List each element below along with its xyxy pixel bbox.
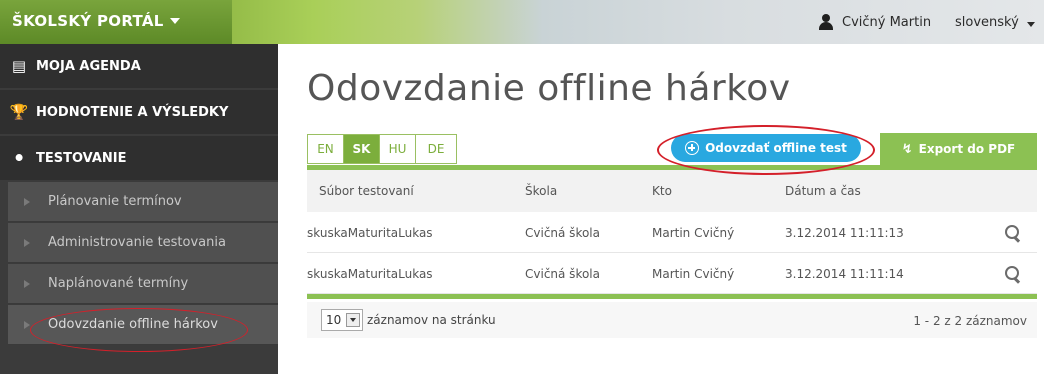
column-header[interactable]: Kto — [652, 184, 672, 198]
sidebar-item-moja-agenda[interactable]: ▤ MOJA AGENDA — [0, 44, 278, 88]
sidebar-item-label: Odovzdanie offline hárkov — [48, 317, 218, 332]
user-name[interactable]: Cvičný Martin — [842, 15, 931, 30]
caret-right-icon — [24, 279, 30, 288]
table-cell: Cvičná škola — [525, 226, 600, 240]
sidebar-item-label: Naplánované termíny — [48, 276, 189, 291]
sidebar-item-testovanie[interactable]: ⚫ TESTOVANIE — [0, 136, 278, 180]
upload-offline-test-button[interactable]: Odovzdať offline test — [671, 134, 861, 162]
language-select[interactable]: slovenský — [955, 15, 1019, 30]
column-header[interactable]: Dátum a čas — [785, 184, 861, 198]
table-row: skuskaMaturitaLukas Cvičná škola Martin … — [307, 254, 1037, 294]
sidebar-item-planovanie-terminov[interactable]: Plánovanie termínov — [8, 182, 278, 222]
page-title: Odovzdanie offline hárkov — [307, 68, 791, 109]
brand-menu[interactable]: ŠKOLSKÝ PORTÁL — [0, 0, 232, 44]
upload-button-label: Odovzdať offline test — [705, 141, 847, 155]
page-size-value: 10 — [326, 313, 342, 327]
tab-hu[interactable]: HU — [380, 135, 416, 163]
sidebar-item-label: Administrovanie testovania — [48, 235, 226, 250]
sidebar-item-label: TESTOVANIE — [36, 150, 127, 166]
table-cell: Martin Cvičný — [652, 267, 735, 281]
caret-right-icon — [24, 320, 30, 329]
sidebar-item-label: Plánovanie termínov — [48, 194, 182, 209]
chevron-down-icon[interactable] — [346, 313, 360, 327]
chevron-down-icon[interactable] — [1027, 22, 1035, 27]
tab-sk[interactable]: SK — [344, 135, 380, 163]
table-row: skuskaMaturitaLukas Cvičná škola Martin … — [307, 213, 1037, 253]
caret-right-icon — [24, 197, 30, 206]
table-header: Súbor testovaní Škola Kto Dátum a čas — [307, 170, 1037, 212]
sidebar-item-administrovanie[interactable]: Administrovanie testovania — [8, 223, 278, 263]
testing-icon: ⚫ — [12, 149, 26, 167]
sidebar-item-naplanovane-terminy[interactable]: Naplánované termíny — [8, 264, 278, 304]
paging-info: 1 - 2 z 2 záznamov — [913, 314, 1027, 328]
agenda-icon: ▤ — [11, 57, 27, 75]
top-bar: ŠKOLSKÝ PORTÁL Cvičný Martin slovenský — [0, 0, 1044, 44]
table-cell: skuskaMaturitaLukas — [307, 267, 433, 281]
export-pdf-button[interactable]: ↯ Export do PDF — [880, 133, 1037, 165]
tab-de[interactable]: DE — [416, 135, 456, 163]
sidebar-item-label: MOJA AGENDA — [36, 58, 141, 74]
page-size-select[interactable]: 10 — [321, 309, 363, 331]
table-cell: 3.12.2014 11:11:13 — [785, 226, 904, 240]
language-tabs: EN SK HU DE — [307, 134, 457, 164]
sidebar-item-odovzdanie-offline[interactable]: Odovzdanie offline hárkov — [8, 305, 278, 345]
table-bottom-border — [307, 294, 1037, 299]
sidebar-item-label: HODNOTENIE A VÝSLEDKY — [36, 104, 229, 120]
table-cell: Martin Cvičný — [652, 226, 735, 240]
sidebar: ▤ MOJA AGENDA 🏆 HODNOTENIE A VÝSLEDKY ⚫ … — [0, 44, 278, 374]
trophy-icon: 🏆 — [9, 103, 29, 121]
page-size-control: 10 záznamov na stránku — [321, 309, 496, 331]
plus-circle-icon — [685, 141, 700, 155]
search-icon[interactable] — [1004, 265, 1022, 283]
caret-right-icon — [24, 238, 30, 247]
search-icon[interactable] — [1004, 224, 1022, 242]
page-size-label: záznamov na stránku — [367, 313, 496, 327]
user-icon — [818, 14, 834, 30]
sidebar-item-hodnotenie[interactable]: 🏆 HODNOTENIE A VÝSLEDKY — [0, 90, 278, 134]
column-header[interactable]: Súbor testovaní — [319, 184, 414, 198]
brand-title[interactable]: ŠKOLSKÝ PORTÁL — [12, 12, 164, 30]
tab-en[interactable]: EN — [308, 135, 344, 163]
table-cell: 3.12.2014 11:11:14 — [785, 267, 904, 281]
table-footer: 10 záznamov na stránku 1 - 2 z 2 záznamo… — [307, 302, 1037, 338]
chevron-down-icon[interactable] — [170, 18, 180, 24]
table-cell: Cvičná škola — [525, 267, 600, 281]
table-cell: skuskaMaturitaLukas — [307, 226, 433, 240]
column-header[interactable]: Škola — [525, 184, 557, 198]
pdf-icon: ↯ — [901, 141, 913, 157]
user-menu[interactable]: Cvičný Martin — [818, 10, 931, 34]
export-button-label: Export do PDF — [918, 142, 1016, 156]
